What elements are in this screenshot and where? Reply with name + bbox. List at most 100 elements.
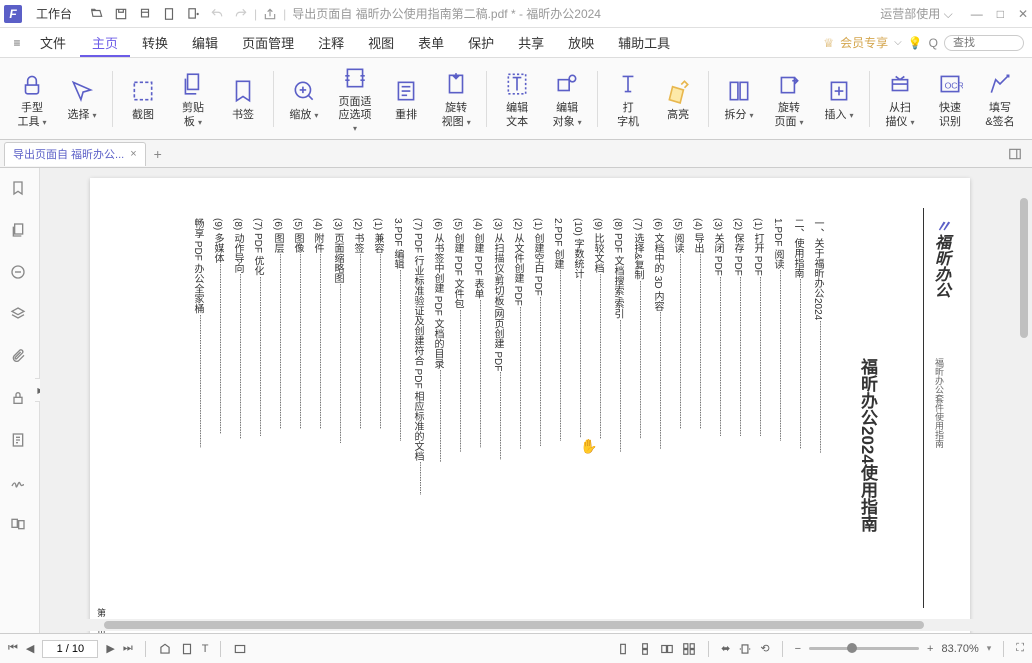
fit-page-icon[interactable] bbox=[738, 642, 752, 656]
ribbon-拆分[interactable]: 拆分 ▾ bbox=[715, 73, 763, 124]
document-tab[interactable]: 导出页面自 福昕办公... × bbox=[4, 142, 146, 166]
new-tab-button[interactable]: + bbox=[154, 146, 162, 162]
bookmark-icon[interactable] bbox=[10, 180, 30, 200]
ribbon-剪贴-板[interactable]: 剪贴 板 ▾ bbox=[169, 66, 217, 130]
ribbon-插入[interactable]: 插入 ▾ bbox=[815, 73, 863, 124]
ribbon-填写-&签名[interactable]: 填写 &签名 bbox=[976, 66, 1024, 130]
share-icon[interactable] bbox=[263, 7, 277, 21]
svg-text:OCR: OCR bbox=[945, 81, 963, 91]
undo-icon[interactable] bbox=[210, 7, 224, 21]
page-icon[interactable] bbox=[162, 7, 176, 21]
toc-entry: (7) 选择&复制·······························… bbox=[630, 218, 645, 618]
help-icon[interactable]: Q bbox=[929, 36, 938, 50]
ribbon-编辑-对象[interactable]: 编辑 对象 ▾ bbox=[543, 66, 591, 130]
view-fit-icon[interactable] bbox=[233, 642, 247, 656]
menu-4[interactable]: 注释 bbox=[306, 32, 356, 55]
layers-icon[interactable] bbox=[10, 306, 30, 326]
new-page-icon[interactable] bbox=[186, 7, 200, 21]
compare-icon[interactable] bbox=[10, 516, 30, 536]
prev-page-icon[interactable]: ◀ bbox=[26, 642, 34, 655]
redo-icon[interactable] bbox=[234, 7, 248, 21]
facing-page-icon[interactable] bbox=[660, 642, 674, 656]
zoom-out-icon[interactable]: − bbox=[795, 643, 801, 655]
ribbon-旋转-页面[interactable]: 旋转 页面 ▾ bbox=[765, 66, 813, 130]
ribbon-编辑-文本[interactable]: 编辑 文本 bbox=[493, 66, 541, 130]
menu-2[interactable]: 编辑 bbox=[180, 32, 230, 55]
menu-9[interactable]: 放映 bbox=[556, 32, 606, 55]
ribbon-高亮[interactable]: 高亮 bbox=[654, 73, 702, 124]
page-number-input[interactable] bbox=[42, 640, 98, 658]
menu-3[interactable]: 页面管理 bbox=[230, 32, 306, 55]
toc-entry: 畅享 PDF 办公全家桶····························… bbox=[190, 218, 205, 618]
department-dropdown[interactable]: 运营部使用 ⌵ bbox=[880, 5, 952, 22]
close-button[interactable]: ✕ bbox=[1018, 7, 1028, 21]
ribbon-选择[interactable]: 选择 ▾ bbox=[58, 73, 106, 124]
lock-icon[interactable] bbox=[10, 390, 30, 410]
ribbon-书签[interactable]: 书签 bbox=[219, 73, 267, 124]
print-icon[interactable] bbox=[138, 7, 152, 21]
menu-8[interactable]: 共享 bbox=[506, 32, 556, 55]
menu-0[interactable]: 主页 bbox=[80, 32, 130, 57]
toc-entry: 1.PDF 阅读································… bbox=[770, 218, 785, 618]
form-icon[interactable] bbox=[10, 432, 30, 452]
ribbon-重排[interactable]: 重排 bbox=[382, 73, 430, 124]
last-page-icon[interactable]: ⏭ bbox=[123, 642, 133, 655]
ribbon-快速-识别[interactable]: OCR快速 识别 bbox=[926, 66, 974, 130]
toc-entry: (8) 动作导向································… bbox=[230, 218, 245, 618]
toc-entry: (2) 保存 PDF······························… bbox=[730, 218, 745, 618]
menu-file[interactable]: 文件 bbox=[28, 29, 78, 56]
vip-icon[interactable]: ♕ bbox=[823, 36, 834, 50]
panel-toggle-icon[interactable] bbox=[1008, 147, 1022, 161]
document-canvas[interactable]: 〃福昕办公 福昕办公套件使用指南 福昕办公2024使用指南 一、关于福昕办公20… bbox=[40, 168, 1032, 633]
bulb-icon[interactable]: 💡 bbox=[908, 36, 923, 50]
vip-label[interactable]: 会员专享 bbox=[840, 34, 888, 51]
ribbon-缩放[interactable]: 缩放 ▾ bbox=[280, 73, 328, 124]
menu-5[interactable]: 视图 bbox=[356, 32, 406, 55]
menu-hamburger-icon[interactable]: ≡ bbox=[8, 34, 26, 52]
toc-entry: (7) PDF 优化······························… bbox=[250, 218, 265, 618]
rotate-view-icon[interactable]: ⟲ bbox=[760, 642, 769, 655]
toc-entry: (8) PDF 文档搜索/索引·························… bbox=[610, 218, 625, 618]
ribbon-截图[interactable]: 截图 bbox=[119, 73, 167, 124]
view-text-icon[interactable]: T bbox=[202, 643, 209, 655]
fit-width-icon[interactable]: ⬌ bbox=[721, 642, 730, 655]
page-view: 〃福昕办公 福昕办公套件使用指南 福昕办公2024使用指南 一、关于福昕办公20… bbox=[90, 178, 970, 633]
single-page-icon[interactable] bbox=[616, 642, 630, 656]
next-page-icon[interactable]: ▶ bbox=[106, 642, 114, 655]
menu-6[interactable]: 表单 bbox=[406, 32, 456, 55]
vertical-scrollbar[interactable] bbox=[1020, 196, 1030, 626]
zoom-slider[interactable] bbox=[809, 647, 919, 650]
fullscreen-icon[interactable]: ⛶ bbox=[1016, 642, 1024, 655]
continuous-facing-icon[interactable] bbox=[682, 642, 696, 656]
menu-7[interactable]: 保护 bbox=[456, 32, 506, 55]
ribbon-页面适-应选项[interactable]: 页面适 应选项 ▾ bbox=[330, 60, 380, 138]
open-icon[interactable] bbox=[90, 7, 104, 21]
view-page-icon[interactable] bbox=[180, 642, 194, 656]
signature-icon[interactable] bbox=[10, 474, 30, 494]
ribbon-手型-工具[interactable]: 手型 工具 ▾ bbox=[8, 66, 56, 130]
ribbon-从扫-描仪[interactable]: 从扫 描仪 ▾ bbox=[876, 66, 924, 130]
save-icon[interactable] bbox=[114, 7, 128, 21]
attachment-icon[interactable] bbox=[10, 348, 30, 368]
zoom-level[interactable]: 83.70% bbox=[941, 643, 978, 655]
toc-entry: (1) 兼容··································… bbox=[370, 218, 385, 618]
ribbon-打-字机[interactable]: 打 字机 bbox=[604, 66, 652, 130]
toc-entry: (4) 附件··································… bbox=[310, 218, 325, 618]
search-input[interactable] bbox=[944, 35, 1024, 51]
comment-icon[interactable] bbox=[10, 264, 30, 284]
ribbon-旋转-视图[interactable]: 旋转 视图 ▾ bbox=[432, 66, 480, 130]
view-tool-icon[interactable] bbox=[158, 642, 172, 656]
maximize-button[interactable]: □ bbox=[997, 7, 1004, 21]
horizontal-scrollbar[interactable] bbox=[44, 619, 1016, 631]
tab-close-icon[interactable]: × bbox=[130, 148, 136, 160]
first-page-icon[interactable]: ⏮ bbox=[8, 642, 18, 655]
zoom-in-icon[interactable]: + bbox=[927, 643, 933, 655]
minimize-button[interactable]: — bbox=[971, 7, 983, 21]
menu-1[interactable]: 转换 bbox=[130, 32, 180, 55]
continuous-page-icon[interactable] bbox=[638, 642, 652, 656]
workspace-button[interactable]: 工作台 bbox=[28, 3, 80, 24]
toc-entry: (3) 从扫描仪/剪切板/网页创建 PDF···················… bbox=[490, 218, 505, 618]
pages-icon[interactable] bbox=[10, 222, 30, 242]
toc-entry: (2) 从文件创建 PDF···························… bbox=[510, 218, 525, 618]
menu-10[interactable]: 辅助工具 bbox=[606, 32, 682, 55]
